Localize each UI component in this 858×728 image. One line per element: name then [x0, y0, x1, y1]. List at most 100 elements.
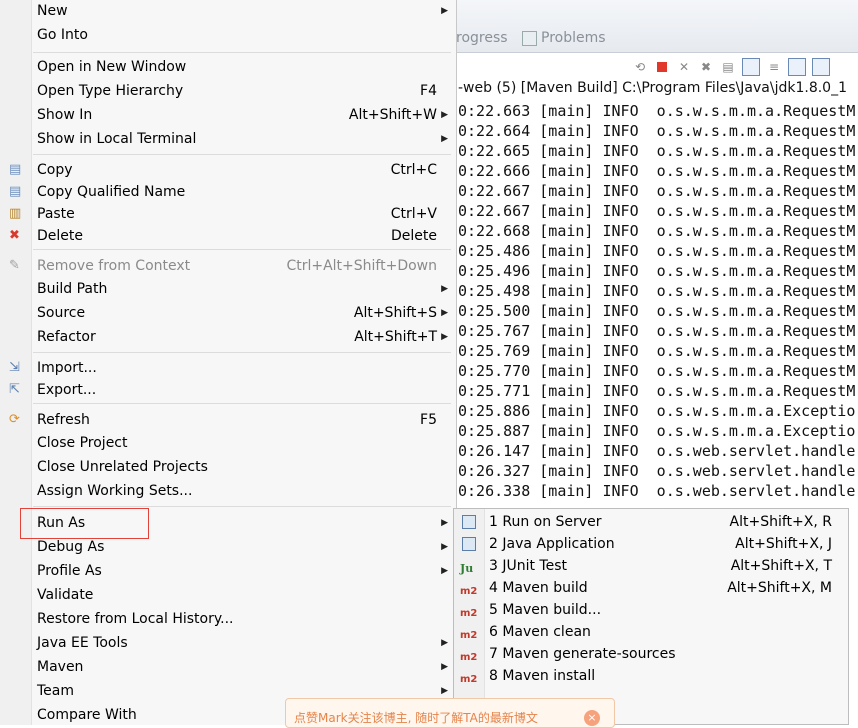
- menu-item-show-in-local-terminal[interactable]: Show in Local Terminal ▶: [0, 128, 456, 150]
- menu-item-label: Copy: [37, 162, 73, 178]
- menu-item-validate[interactable]: Validate: [0, 584, 456, 606]
- menu-item-maven[interactable]: Maven ▶: [0, 656, 456, 678]
- console-toolbar: ⟲ ✕ ✖ ▤ ≡: [632, 56, 830, 78]
- menu-item-shortcut: F5: [420, 412, 437, 428]
- run-as-item-label: 1 Run on Server: [489, 514, 602, 530]
- menu-item-refactor[interactable]: Refactor Alt+Shift+T ▶: [0, 326, 456, 348]
- delete-icon: ✖: [9, 228, 20, 243]
- run-as-item-5-maven-build[interactable]: m2 5 Maven build...: [454, 599, 850, 621]
- terminate-icon[interactable]: [657, 62, 667, 72]
- submenu-arrow-icon: ▶: [441, 332, 448, 342]
- run-as-item-shortcut: Alt+Shift+X, M: [727, 580, 832, 596]
- menu-item-label: Remove from Context: [37, 258, 191, 274]
- menu-separator: [33, 506, 451, 507]
- log-line: 0:25.498 [main] INFO o.s.w.s.m.m.a.Reque…: [458, 282, 856, 300]
- refresh-icon: ⟳: [9, 412, 20, 427]
- remove-launch-icon[interactable]: ✕: [676, 59, 692, 75]
- clear-console-icon[interactable]: ▤: [720, 59, 736, 75]
- menu-item-new[interactable]: New ▶: [0, 0, 456, 22]
- menu-item-go-into[interactable]: Go Into: [0, 24, 456, 46]
- run-as-item-2-java-application[interactable]: 2 Java Application Alt+Shift+X, J: [454, 533, 850, 555]
- run-as-item-4-maven-build[interactable]: m2 4 Maven build Alt+Shift+X, M: [454, 577, 850, 599]
- menu-item-export[interactable]: ⇱ Export...: [0, 379, 456, 401]
- menu-item-paste[interactable]: ▥ Paste Ctrl+V: [0, 203, 456, 225]
- menu-item-import[interactable]: ⇲ Import...: [0, 357, 456, 379]
- tab-problems[interactable]: Problems: [522, 30, 606, 46]
- menu-item-copy-qualified-name[interactable]: ▤ Copy Qualified Name: [0, 181, 456, 203]
- menu-item-label: Open in New Window: [37, 59, 187, 75]
- notification-text: 点赞Mark关注该博主, 随时了解TA的最新博文: [294, 711, 538, 725]
- menu-item-restore-from-local-history[interactable]: Restore from Local History...: [0, 608, 456, 630]
- scroll-lock-icon[interactable]: [742, 58, 760, 76]
- menu-item-source[interactable]: Source Alt+Shift+S ▶: [0, 302, 456, 324]
- run-as-item-6-maven-clean[interactable]: m2 6 Maven clean: [454, 621, 850, 643]
- run-as-item-label: 6 Maven clean: [489, 624, 591, 640]
- paste-icon: ▥: [9, 206, 22, 221]
- remove-context-icon: ✎: [9, 258, 20, 273]
- menu-item-java-ee-tools[interactable]: Java EE Tools ▶: [0, 632, 456, 654]
- run-as-item-3-junit-test[interactable]: Ju 3 JUnit Test Alt+Shift+X, T: [454, 555, 850, 577]
- menu-item-label: Maven: [37, 659, 84, 675]
- menu-item-label: Assign Working Sets...: [37, 483, 193, 499]
- log-line: 0:22.663 [main] INFO o.s.w.s.m.m.a.Reque…: [458, 102, 856, 120]
- run-as-item-7-maven-generate-sources[interactable]: m2 7 Maven generate-sources: [454, 643, 850, 665]
- menu-item-copy[interactable]: ▤ Copy Ctrl+C: [0, 159, 456, 181]
- log-line: 0:22.668 [main] INFO o.s.w.s.m.m.a.Reque…: [458, 222, 856, 240]
- menu-item-close-unrelated-projects[interactable]: Close Unrelated Projects: [0, 456, 456, 478]
- relaunch-icon[interactable]: ⟲: [632, 59, 648, 75]
- display-console-icon[interactable]: [812, 58, 830, 76]
- menu-item-shortcut: Alt+Shift+S: [353, 305, 437, 321]
- submenu-arrow-icon: ▶: [441, 542, 448, 552]
- copy-qualified-name-icon: ▤: [9, 184, 22, 199]
- menu-item-build-path[interactable]: Build Path ▶: [0, 278, 456, 300]
- word-wrap-icon[interactable]: ≡: [766, 59, 782, 75]
- menu-separator: [33, 52, 451, 53]
- submenu-arrow-icon: ▶: [441, 134, 448, 144]
- run-as-submenu: 1 Run on Server Alt+Shift+X, R 2 Java Appl…: [453, 508, 850, 726]
- menu-item-label: Debug As: [37, 539, 105, 555]
- menu-item-delete[interactable]: ✖ Delete Delete: [0, 225, 456, 247]
- console-title: -web (5) [Maven Build] C:\Program Files\…: [458, 80, 847, 96]
- menu-item-assign-working-sets[interactable]: Assign Working Sets...: [0, 480, 456, 502]
- console-output: 0:22.663 [main] INFO o.s.w.s.m.m.a.Reque…: [458, 101, 855, 501]
- menu-item-shortcut: Ctrl+Alt+Shift+Down: [286, 258, 437, 274]
- remove-all-terminated-icon[interactable]: ✖: [698, 59, 714, 75]
- menu-item-label: Java EE Tools: [37, 635, 128, 651]
- menu-item-shortcut: Alt+Shift+T: [354, 329, 437, 345]
- menu-item-label: Close Unrelated Projects: [37, 459, 208, 475]
- menu-item-debug-as[interactable]: Debug As ▶: [0, 536, 456, 558]
- menu-item-label: Compare With: [37, 707, 137, 723]
- run-as-item-label: 8 Maven install: [489, 668, 596, 684]
- tab-progress[interactable]: rogress: [456, 30, 508, 46]
- menu-item-open-in-new-window[interactable]: Open in New Window: [0, 56, 456, 78]
- run-as-item-8-maven-install[interactable]: m2 8 Maven install: [454, 665, 850, 687]
- log-line: 0:22.667 [main] INFO o.s.w.s.m.m.a.Reque…: [458, 182, 856, 200]
- menu-item-refresh[interactable]: ⟳ Refresh F5: [0, 409, 456, 431]
- run-as-highlight-box: [20, 508, 149, 539]
- menu-item-open-type-hierarchy[interactable]: Open Type Hierarchy F4: [0, 80, 456, 102]
- submenu-arrow-icon: ▶: [441, 566, 448, 576]
- follow-notification[interactable]: 点赞Mark关注该博主, 随时了解TA的最新博文 ×: [285, 698, 615, 728]
- menu-item-label: Profile As: [37, 563, 102, 579]
- log-line: 0:25.887 [main] INFO o.s.w.s.m.m.a.Excep…: [458, 422, 856, 440]
- log-line: 0:22.667 [main] INFO o.s.w.s.m.m.a.Reque…: [458, 202, 856, 220]
- menu-item-label: Export...: [37, 382, 97, 398]
- menu-item-label: New: [37, 3, 68, 19]
- menu-item-label: Close Project: [37, 435, 128, 451]
- menu-item-profile-as[interactable]: Profile As ▶: [0, 560, 456, 582]
- import-icon: ⇲: [9, 360, 20, 375]
- log-line: 0:25.496 [main] INFO o.s.w.s.m.m.a.Reque…: [458, 262, 856, 280]
- menu-item-close-project[interactable]: Close Project: [0, 432, 456, 454]
- log-line: 0:25.767 [main] INFO o.s.w.s.m.m.a.Reque…: [458, 322, 856, 340]
- submenu-arrow-icon: ▶: [441, 638, 448, 648]
- menu-item-label: Team: [37, 683, 75, 699]
- menu-item-show-in[interactable]: Show In Alt+Shift+W ▶: [0, 104, 456, 126]
- menu-item-shortcut: F4: [420, 83, 437, 99]
- export-icon: ⇱: [9, 382, 20, 397]
- run-as-item-1-run-on-server[interactable]: 1 Run on Server Alt+Shift+X, R: [454, 511, 850, 533]
- menu-item-remove-from-context: ✎ Remove from Context Ctrl+Alt+Shift+Down: [0, 255, 456, 277]
- close-icon[interactable]: ×: [584, 710, 600, 726]
- log-line: 0:25.486 [main] INFO o.s.w.s.m.m.a.Reque…: [458, 242, 856, 260]
- pin-console-icon[interactable]: [788, 58, 806, 76]
- tab-problems-label: Problems: [541, 30, 606, 46]
